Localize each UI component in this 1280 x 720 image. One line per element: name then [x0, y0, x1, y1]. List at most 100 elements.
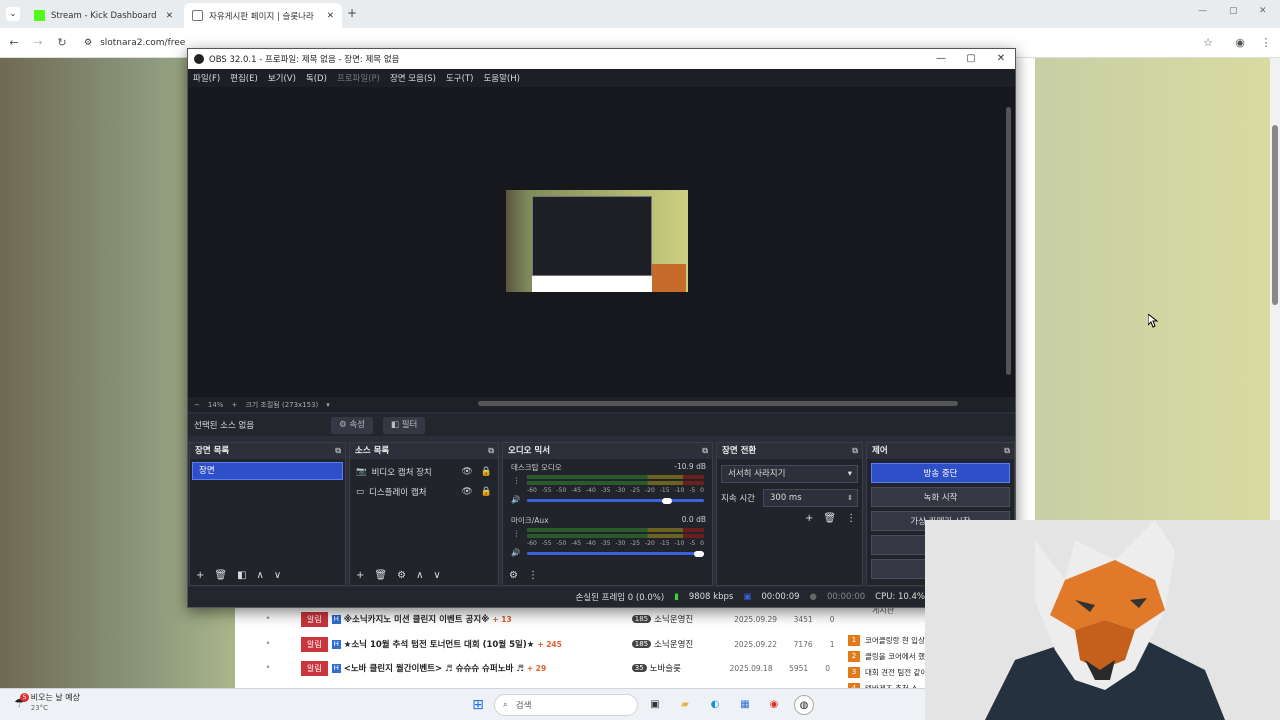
bookmark-star-icon[interactable]: ☆ — [1200, 35, 1216, 51]
lock-icon[interactable]: 🔒 — [481, 487, 492, 497]
page-scroll-thumb[interactable] — [1272, 125, 1278, 305]
obs-taskbar-icon[interactable]: ◍ — [794, 695, 814, 715]
volume-knob[interactable] — [662, 497, 673, 504]
file-explorer-icon[interactable]: ▰ — [675, 695, 695, 715]
close-icon[interactable]: ✕ — [327, 11, 334, 21]
undock-icon[interactable]: ⧉ — [1004, 443, 1010, 459]
menu-profile[interactable]: 프로파일(P) — [337, 72, 380, 84]
chrome-icon[interactable]: ◉ — [764, 695, 784, 715]
post-title[interactable]: <노바 클린지 월간이벤트> ♬ 슈슈슈 슈퍼노바 ♬ + 29 — [344, 662, 632, 674]
filters-button[interactable]: ◧ 필터 — [383, 417, 426, 434]
post-title[interactable]: ★소닉 10월 추석 텀전 토너먼트 대회 (10월 5일)★ + 245 — [344, 638, 632, 650]
volume-knob[interactable] — [694, 550, 704, 557]
preview-horizontal-scrollbar[interactable] — [478, 401, 958, 406]
move-down-icon[interactable]: ∨ — [274, 570, 281, 581]
trash-icon[interactable]: 🗑 — [823, 513, 836, 524]
undock-icon[interactable]: ⧉ — [488, 443, 494, 459]
zoom-in-button[interactable]: + — [231, 401, 237, 409]
eye-icon[interactable]: 👁 — [461, 487, 472, 497]
post-author[interactable]: 소닉운영진 — [654, 613, 734, 625]
menu-tools[interactable]: 도구(T) — [446, 72, 473, 84]
zoom-dropdown-icon[interactable]: ▾ — [326, 401, 330, 409]
obs-titlebar[interactable]: OBS 32.0.1 - 프로파일: 제목 없음 - 장면: 제목 없음 — [188, 49, 1015, 69]
move-up-icon[interactable]: ∧ — [416, 570, 423, 581]
obs-maximize-button[interactable]: ▢ — [956, 49, 986, 69]
post-author[interactable]: 노바슬롯 — [650, 662, 730, 674]
site-info-icon[interactable]: ⚙ — [84, 38, 92, 48]
undock-icon[interactable]: ⧉ — [852, 443, 858, 459]
tab-free-board[interactable]: 자유게시판 페이지 | 슬롯나라 ✕ — [184, 3, 342, 28]
filter-icon[interactable]: ◧ — [237, 570, 246, 581]
tab-kick-dashboard[interactable]: Stream - Kick Dashboard ✕ — [26, 3, 181, 28]
add-icon[interactable]: + — [805, 513, 813, 524]
obs-preview[interactable] — [188, 87, 1015, 397]
maximize-button[interactable]: ▢ — [1229, 6, 1238, 16]
profile-icon[interactable]: ◉ — [1232, 35, 1248, 51]
speaker-icon[interactable]: 🔊 — [511, 495, 520, 504]
undock-icon[interactable]: ⧉ — [335, 443, 341, 459]
kebab-icon[interactable]: ⋮ — [513, 476, 521, 485]
kebab-icon[interactable]: ⋮ — [528, 570, 538, 581]
move-up-icon[interactable]: ∧ — [257, 570, 264, 581]
trash-icon[interactable]: 🗑 — [214, 570, 227, 581]
reload-icon[interactable]: ↻ — [54, 35, 70, 51]
source-item[interactable]: 📷 비디오 캡처 장치 👁 🔒 — [356, 463, 492, 481]
post-title[interactable]: ※소닉카지노 미션 클린지 이벤트 공지※ + 13 — [344, 613, 632, 625]
gear-icon[interactable]: ⚙ — [397, 570, 406, 581]
kebab-icon[interactable]: ⋮ — [513, 529, 521, 538]
move-down-icon[interactable]: ∨ — [433, 570, 440, 581]
tab-list-dropdown[interactable]: ⌄ — [6, 7, 20, 21]
scene-item[interactable]: 장면 — [192, 462, 343, 480]
speaker-icon[interactable]: 🔊 — [511, 548, 520, 557]
trash-icon[interactable]: 🗑 — [374, 570, 387, 581]
table-row[interactable]: • 알림 H ※소닉카지노 미션 클린지 이벤트 공지※ + 13 185 소닉… — [235, 607, 855, 631]
menu-help[interactable]: 도움말(H) — [483, 72, 519, 84]
duration-spinbox[interactable]: 300 ms ⇕ — [763, 489, 858, 507]
lock-icon[interactable]: 🔒 — [481, 467, 492, 477]
stop-streaming-button[interactable]: 방송 중단 — [871, 463, 1010, 483]
obs-minimize-button[interactable]: — — [926, 49, 956, 69]
menu-docks[interactable]: 독(D) — [306, 72, 327, 84]
post-author[interactable]: 소닉운영진 — [654, 638, 734, 650]
task-view-icon[interactable]: ▣ — [645, 695, 665, 715]
properties-button[interactable]: ⚙ 속성 — [331, 417, 373, 434]
zoom-out-button[interactable]: − — [194, 401, 200, 409]
edge-browser-icon[interactable]: ◐ — [705, 695, 725, 715]
stream-icon: ▣ — [743, 592, 752, 602]
source-item[interactable]: ▭ 디스플레이 캡처 👁 🔒 — [356, 483, 492, 501]
rank-item[interactable]: 3 대회 견전 팀전 같아 — [848, 665, 928, 680]
post-likes: 0 — [829, 614, 835, 624]
preview-vertical-scrollbar[interactable] — [1006, 107, 1011, 375]
close-window-button[interactable]: ✕ — [1259, 6, 1267, 16]
store-icon[interactable]: ▦ — [735, 695, 755, 715]
menu-scene-collection[interactable]: 장면 모음(S) — [390, 72, 436, 84]
close-icon[interactable]: ✕ — [166, 11, 173, 21]
forward-arrow-icon[interactable]: → — [30, 35, 46, 51]
menu-kebab-icon[interactable]: ⋮ — [1258, 35, 1274, 51]
obs-close-button[interactable]: ✕ — [986, 49, 1016, 69]
transition-select[interactable]: 서서히 사라지기 ▾ — [721, 465, 858, 483]
menu-view[interactable]: 보기(V) — [268, 72, 296, 84]
add-icon[interactable]: + — [356, 570, 364, 581]
start-button[interactable]: ⊞ — [468, 695, 488, 715]
menu-file[interactable]: 파일(F) — [193, 72, 220, 84]
menu-edit[interactable]: 편집(E) — [230, 72, 258, 84]
rank-item[interactable]: 1 코어클링랑 현 입상 — [848, 633, 928, 648]
weather-widget[interactable]: ☂ 5 비오는 날 예상 23°C — [14, 692, 80, 714]
kebab-icon[interactable]: ⋮ — [846, 513, 856, 524]
volume-slider[interactable] — [527, 497, 704, 504]
minimize-button[interactable]: — — [1198, 6, 1207, 16]
table-row[interactable]: • 알림 H ★소닉 10월 추석 텀전 토너먼트 대회 (10월 5일)★ +… — [235, 632, 855, 656]
table-row[interactable]: • 알림 H <노바 클린지 월간이벤트> ♬ 슈슈슈 슈퍼노바 ♬ + 29 … — [235, 656, 855, 680]
url-text[interactable]: slotnara2.com/free — [100, 38, 185, 48]
advanced-audio-icon[interactable]: ⚙ — [509, 570, 518, 581]
undock-icon[interactable]: ⧉ — [702, 443, 708, 459]
rank-item[interactable]: 2 클링을 코어에서 했 — [848, 649, 928, 664]
add-icon[interactable]: + — [196, 570, 204, 581]
new-tab-button[interactable]: + — [347, 6, 357, 20]
eye-icon[interactable]: 👁 — [461, 467, 472, 477]
start-recording-button[interactable]: 녹화 시작 — [871, 487, 1010, 507]
taskbar-search[interactable]: ⌕ 검색 — [494, 694, 638, 716]
back-arrow-icon[interactable]: ← — [6, 35, 22, 51]
volume-slider[interactable] — [527, 550, 704, 557]
